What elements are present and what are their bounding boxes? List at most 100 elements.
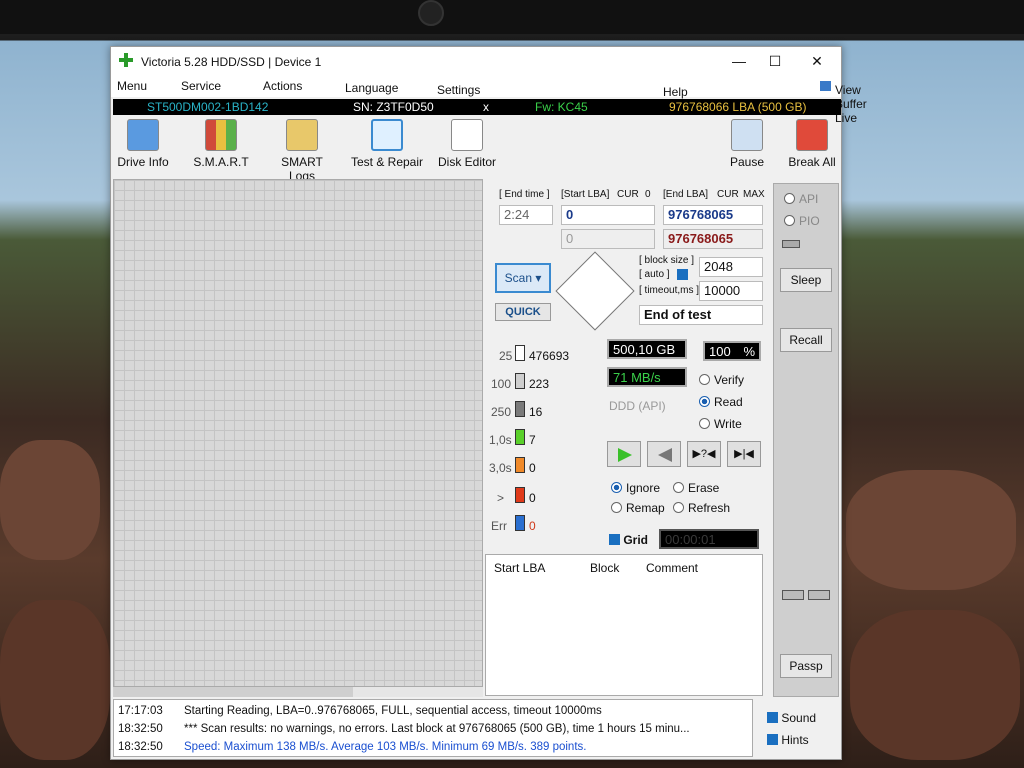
block-size-select[interactable]: 2048 [699,257,763,277]
erase-label: Erase [688,481,720,495]
menu-item-actions[interactable]: Actions [263,79,302,93]
menu-item-service[interactable]: Service [181,79,221,93]
api-radio-dot [784,193,795,204]
sleep-button[interactable]: Sleep [780,268,832,292]
pio-radio[interactable]: PIO [784,214,820,228]
screen-bezel [0,0,1024,34]
recall-button[interactable]: Recall [780,328,832,352]
stat-bar-err [515,515,525,531]
test-repair-button[interactable]: Test & Repair [349,119,425,169]
col-block[interactable]: Block [590,561,619,575]
disk-editor-button[interactable]: Disk Editor [437,119,497,169]
start-cur-label[interactable]: CUR [617,189,639,200]
erase-radio[interactable]: Erase [673,481,719,495]
smart-logs-button[interactable]: SMART Logs [267,119,337,183]
play-icon [618,448,632,462]
view-buffer-live[interactable]: View Buffer Live [820,79,867,125]
title-bar: Victoria 5.28 HDD/SSD | Device 1 — ☐ ✕ [111,47,841,75]
log-time: 18:32:50 [118,741,163,753]
write-radio[interactable]: Write [699,417,742,431]
write-label: Write [714,417,742,431]
player-controls: ▶?◀ ▶|◀ [607,441,767,469]
pause-button[interactable]: Pause [725,119,769,169]
log-time: 17:17:03 [118,705,163,717]
passp-button[interactable]: Passp [780,654,832,678]
menu-item-language[interactable]: Language [345,81,398,95]
scan-button[interactable]: Scan ▾ [495,263,551,293]
maximize-icon[interactable]: ☐ [763,51,787,71]
event-log: 17:17:03 Starting Reading, LBA=0..9767680… [113,699,753,757]
minimize-icon[interactable]: — [727,51,751,71]
pio-radio-dot [784,215,795,226]
smart-button[interactable]: S.M.A.R.T [191,119,251,169]
end-time-label: [ End time ] [499,189,550,200]
ignore-radio-dot [611,482,622,493]
stat-value-1s: 7 [529,433,536,447]
elapsed-timer: 00:00:01 [659,529,759,549]
defects-table: Start LBA Block Comment [485,554,763,696]
device-close-button[interactable]: x [483,99,489,115]
drive-info-button[interactable]: Drive Info [115,119,171,169]
map-scroll-thumb[interactable] [113,687,353,697]
disk-editor-label: Disk Editor [437,155,496,169]
stat-value-25: 476693 [529,349,570,363]
end-cur-label[interactable]: CUR [717,189,739,200]
refresh-radio[interactable]: Refresh [673,501,730,515]
rewind-button[interactable] [647,441,681,467]
close-icon[interactable]: ✕ [805,51,829,71]
grid-checkbox[interactable]: Grid [609,533,648,547]
stat-bar-1s [515,429,525,445]
col-start-lba[interactable]: Start LBA [494,561,545,575]
stat-value-over: 0 [529,491,536,505]
read-radio[interactable]: Read [699,395,743,409]
device-model[interactable]: ST500DM002-1BD142 [147,99,268,115]
sound-checkbox[interactable]: Sound [767,711,816,725]
start-lba-field[interactable]: 0 [561,205,655,225]
api-radio[interactable]: API [784,192,818,206]
end-lba-label: [End LBA] [663,189,709,200]
ignore-label: Ignore [626,481,661,495]
stat-value-100: 223 [529,377,550,391]
verify-radio[interactable]: Verify [699,373,744,387]
pause-icon [731,119,763,151]
map-scrollbar[interactable] [113,687,483,697]
ddd-checkbox[interactable]: DDD (API) [609,399,666,413]
smart-label: S.M.A.R.T [193,155,249,169]
stat-label-250: 250 [491,405,512,419]
background-rock [0,600,110,760]
rewind-icon [658,448,672,462]
direction-pad[interactable] [555,251,635,331]
block-size-label: [ block size ] [639,255,695,266]
menu-item-help[interactable]: Help [663,85,688,99]
scan-label: Scan [504,271,532,285]
menu-item-settings[interactable]: Settings [437,83,480,97]
play-button[interactable] [607,441,641,467]
ignore-radio[interactable]: Ignore [611,481,660,495]
pause-label: Pause [729,155,765,169]
sound-check-icon [767,712,778,723]
end-max-label[interactable]: MAX [743,189,765,200]
timeout-select[interactable]: 10000 [699,281,763,301]
stat-bar-over [515,487,525,503]
break-all-button[interactable]: Break All [785,119,839,169]
menu-item-menu[interactable]: Menu [117,79,147,93]
end-time-field[interactable]: 2:24 [499,205,553,225]
skip-end-button[interactable]: ▶|◀ [727,441,761,467]
quick-button[interactable]: QUICK [495,303,551,321]
hints-check-icon [767,734,778,745]
stat-value-err: 0 [529,519,536,533]
end-lba-field[interactable]: 976768065 [663,205,763,225]
pio-label: PIO [799,214,820,228]
break-all-label: Break All [788,155,836,169]
start-zero-button[interactable]: 0 [645,189,651,200]
indicator-led [808,590,830,600]
grid-check-icon [609,534,620,545]
end-of-test-select[interactable]: End of test [639,305,763,325]
hints-checkbox[interactable]: Hints [767,733,809,747]
col-comment[interactable]: Comment [646,561,698,575]
remap-radio[interactable]: Remap [611,501,665,515]
skip-back-button[interactable]: ▶?◀ [687,441,721,467]
folder-icon [286,119,318,151]
stat-bar-100 [515,373,525,389]
auto-checkbox[interactable] [677,269,688,280]
